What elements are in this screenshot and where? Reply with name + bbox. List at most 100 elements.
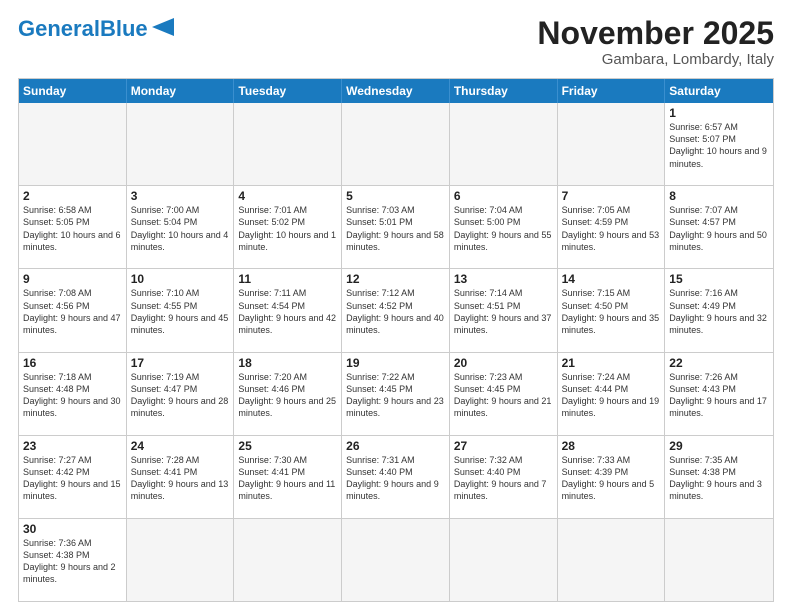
calendar-cell: 15Sunrise: 7:16 AM Sunset: 4:49 PM Dayli… [665,269,773,351]
logo: GeneralBlue [18,16,174,41]
calendar-cell: 3Sunrise: 7:00 AM Sunset: 5:04 PM Daylig… [127,186,235,268]
day-number: 4 [238,189,337,203]
header: GeneralBlue November 2025 Gambara, Lomba… [18,16,774,68]
calendar-cell: 28Sunrise: 7:33 AM Sunset: 4:39 PM Dayli… [558,436,666,518]
title-block: November 2025 Gambara, Lombardy, Italy [537,16,774,68]
calendar-cell [558,519,666,601]
day-number: 13 [454,272,553,286]
calendar-row: 23Sunrise: 7:27 AM Sunset: 4:42 PM Dayli… [19,435,773,518]
calendar-row: 1Sunrise: 6:57 AM Sunset: 5:07 PM Daylig… [19,103,773,185]
calendar-row: 30Sunrise: 7:36 AM Sunset: 4:38 PM Dayli… [19,518,773,601]
calendar-cell: 1Sunrise: 6:57 AM Sunset: 5:07 PM Daylig… [665,103,773,185]
day-info: Sunrise: 7:33 AM Sunset: 4:39 PM Dayligh… [562,454,661,503]
day-info: Sunrise: 6:58 AM Sunset: 5:05 PM Dayligh… [23,204,122,253]
day-info: Sunrise: 7:00 AM Sunset: 5:04 PM Dayligh… [131,204,230,253]
calendar-cell: 7Sunrise: 7:05 AM Sunset: 4:59 PM Daylig… [558,186,666,268]
weekday-header: Saturday [665,79,773,103]
calendar-cell [665,519,773,601]
calendar-cell [234,103,342,185]
logo-text: GeneralBlue [18,18,148,40]
calendar-cell [127,519,235,601]
calendar-row: 16Sunrise: 7:18 AM Sunset: 4:48 PM Dayli… [19,352,773,435]
day-number: 2 [23,189,122,203]
weekday-header: Wednesday [342,79,450,103]
day-info: Sunrise: 7:12 AM Sunset: 4:52 PM Dayligh… [346,287,445,336]
day-info: Sunrise: 7:18 AM Sunset: 4:48 PM Dayligh… [23,371,122,420]
day-number: 29 [669,439,769,453]
day-number: 23 [23,439,122,453]
calendar-cell: 21Sunrise: 7:24 AM Sunset: 4:44 PM Dayli… [558,353,666,435]
day-info: Sunrise: 7:32 AM Sunset: 4:40 PM Dayligh… [454,454,553,503]
day-number: 5 [346,189,445,203]
day-info: Sunrise: 7:15 AM Sunset: 4:50 PM Dayligh… [562,287,661,336]
day-info: Sunrise: 7:10 AM Sunset: 4:55 PM Dayligh… [131,287,230,336]
month-title: November 2025 [537,16,774,51]
day-info: Sunrise: 7:04 AM Sunset: 5:00 PM Dayligh… [454,204,553,253]
calendar-cell: 24Sunrise: 7:28 AM Sunset: 4:41 PM Dayli… [127,436,235,518]
day-number: 24 [131,439,230,453]
day-number: 9 [23,272,122,286]
day-info: Sunrise: 7:24 AM Sunset: 4:44 PM Dayligh… [562,371,661,420]
day-info: Sunrise: 7:30 AM Sunset: 4:41 PM Dayligh… [238,454,337,503]
calendar-header: SundayMondayTuesdayWednesdayThursdayFrid… [19,79,773,103]
day-number: 27 [454,439,553,453]
day-number: 22 [669,356,769,370]
day-info: Sunrise: 7:36 AM Sunset: 4:38 PM Dayligh… [23,537,122,586]
day-number: 19 [346,356,445,370]
calendar-cell: 12Sunrise: 7:12 AM Sunset: 4:52 PM Dayli… [342,269,450,351]
day-number: 20 [454,356,553,370]
calendar-row: 9Sunrise: 7:08 AM Sunset: 4:56 PM Daylig… [19,268,773,351]
weekday-header: Monday [127,79,235,103]
calendar-cell: 2Sunrise: 6:58 AM Sunset: 5:05 PM Daylig… [19,186,127,268]
day-info: Sunrise: 7:01 AM Sunset: 5:02 PM Dayligh… [238,204,337,253]
day-number: 7 [562,189,661,203]
day-number: 15 [669,272,769,286]
calendar-cell: 29Sunrise: 7:35 AM Sunset: 4:38 PM Dayli… [665,436,773,518]
day-info: Sunrise: 7:19 AM Sunset: 4:47 PM Dayligh… [131,371,230,420]
day-number: 30 [23,522,122,536]
day-number: 25 [238,439,337,453]
day-number: 8 [669,189,769,203]
day-info: Sunrise: 7:20 AM Sunset: 4:46 PM Dayligh… [238,371,337,420]
calendar-cell: 8Sunrise: 7:07 AM Sunset: 4:57 PM Daylig… [665,186,773,268]
day-info: Sunrise: 7:35 AM Sunset: 4:38 PM Dayligh… [669,454,769,503]
day-info: Sunrise: 7:05 AM Sunset: 4:59 PM Dayligh… [562,204,661,253]
calendar-cell: 27Sunrise: 7:32 AM Sunset: 4:40 PM Dayli… [450,436,558,518]
day-number: 18 [238,356,337,370]
calendar-cell: 23Sunrise: 7:27 AM Sunset: 4:42 PM Dayli… [19,436,127,518]
day-number: 16 [23,356,122,370]
day-info: Sunrise: 6:57 AM Sunset: 5:07 PM Dayligh… [669,121,769,170]
weekday-header: Friday [558,79,666,103]
day-info: Sunrise: 7:07 AM Sunset: 4:57 PM Dayligh… [669,204,769,253]
calendar-cell: 25Sunrise: 7:30 AM Sunset: 4:41 PM Dayli… [234,436,342,518]
calendar-cell [19,103,127,185]
day-info: Sunrise: 7:22 AM Sunset: 4:45 PM Dayligh… [346,371,445,420]
day-info: Sunrise: 7:08 AM Sunset: 4:56 PM Dayligh… [23,287,122,336]
day-info: Sunrise: 7:26 AM Sunset: 4:43 PM Dayligh… [669,371,769,420]
calendar-cell: 17Sunrise: 7:19 AM Sunset: 4:47 PM Dayli… [127,353,235,435]
calendar-cell: 4Sunrise: 7:01 AM Sunset: 5:02 PM Daylig… [234,186,342,268]
calendar-cell: 20Sunrise: 7:23 AM Sunset: 4:45 PM Dayli… [450,353,558,435]
day-number: 1 [669,106,769,120]
calendar-cell: 16Sunrise: 7:18 AM Sunset: 4:48 PM Dayli… [19,353,127,435]
calendar-body: 1Sunrise: 6:57 AM Sunset: 5:07 PM Daylig… [19,103,773,601]
day-number: 21 [562,356,661,370]
calendar-cell [558,103,666,185]
calendar-cell: 22Sunrise: 7:26 AM Sunset: 4:43 PM Dayli… [665,353,773,435]
day-number: 6 [454,189,553,203]
day-number: 3 [131,189,230,203]
day-number: 26 [346,439,445,453]
day-info: Sunrise: 7:03 AM Sunset: 5:01 PM Dayligh… [346,204,445,253]
calendar-cell [450,519,558,601]
calendar-cell: 6Sunrise: 7:04 AM Sunset: 5:00 PM Daylig… [450,186,558,268]
calendar-cell: 9Sunrise: 7:08 AM Sunset: 4:56 PM Daylig… [19,269,127,351]
calendar-cell [450,103,558,185]
calendar-cell [234,519,342,601]
calendar-cell: 14Sunrise: 7:15 AM Sunset: 4:50 PM Dayli… [558,269,666,351]
day-info: Sunrise: 7:27 AM Sunset: 4:42 PM Dayligh… [23,454,122,503]
page: GeneralBlue November 2025 Gambara, Lomba… [0,0,792,612]
calendar-row: 2Sunrise: 6:58 AM Sunset: 5:05 PM Daylig… [19,185,773,268]
logo-icon [152,18,174,36]
calendar-cell: 5Sunrise: 7:03 AM Sunset: 5:01 PM Daylig… [342,186,450,268]
logo-blue: Blue [100,16,148,41]
